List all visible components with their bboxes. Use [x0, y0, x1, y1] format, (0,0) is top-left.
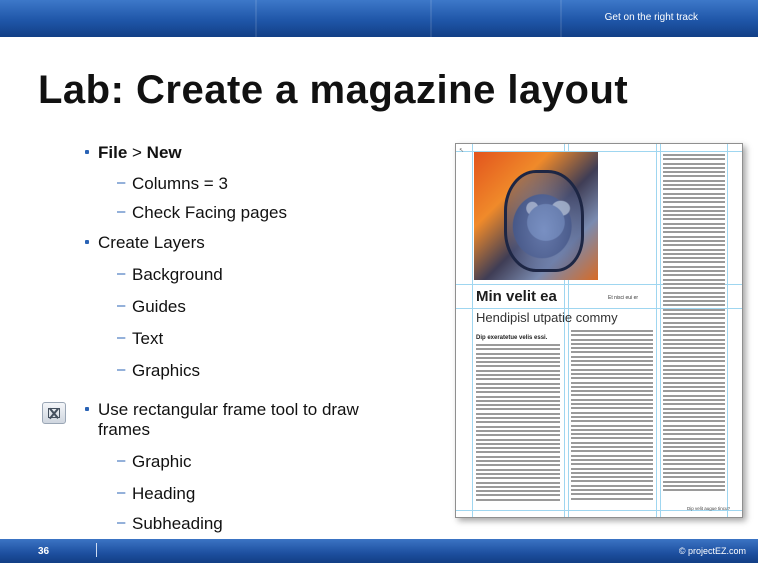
list-item-background: – Background — [117, 265, 223, 284]
footer-bar: 36 © projectEZ.com — [0, 539, 758, 563]
list-item-graphic: – Graphic — [117, 452, 192, 471]
list-item-guides: – Guides — [117, 297, 186, 316]
magazine-caption: Dip velit augue tincu? — [686, 506, 730, 511]
magazine-section-head: Dip exeratetue velis essi. — [476, 335, 548, 341]
list-item-heading: – Heading — [117, 484, 196, 503]
list-item-text: – Text — [117, 329, 164, 348]
text-column-2 — [571, 330, 653, 502]
list-item-frame-tool: Use rectangular frame tool to draw — [85, 400, 359, 420]
list-item-subheading: – Subheading — [117, 514, 223, 533]
text-column-1 — [476, 344, 560, 503]
text-column-3 — [663, 154, 725, 493]
bullet-icon — [85, 407, 89, 411]
menu-file-label: File — [98, 143, 128, 162]
header-bar: Get on the right track — [0, 0, 758, 37]
menu-new-label: New — [146, 143, 182, 162]
slide-title: Lab: Create a magazine layout — [38, 68, 629, 112]
magazine-graphic-image — [474, 152, 598, 280]
page-number: 36 — [38, 546, 50, 557]
page-corner-mark: ↖ — [459, 148, 465, 154]
list-item-file-new: File > New — [85, 143, 182, 163]
list-item-create-layers: Create Layers — [85, 233, 205, 253]
header-tagline: Get on the right track — [604, 12, 698, 23]
menu-separator: > — [127, 143, 147, 162]
list-item-graphics: – Graphics — [117, 361, 201, 380]
copyright-text: © projectEZ.com — [678, 546, 746, 556]
list-item-frame-tool-cont: frames — [98, 420, 150, 439]
magazine-subheadline: Hendipisl utpatie commy — [476, 310, 618, 325]
list-item-columns: – Columns = 3 — [117, 174, 228, 193]
magazine-note: Et nisci eui er — [608, 295, 639, 301]
bullet-icon — [85, 240, 89, 244]
magazine-layout-preview: ↖ Min velit ea Et nisci eui er Hendipisl… — [455, 143, 743, 518]
magazine-headline: Min velit ea — [476, 288, 557, 305]
bullet-icon — [85, 150, 89, 154]
rectangle-frame-tool-icon[interactable] — [42, 402, 66, 424]
list-item-facing-pages: – Check Facing pages — [117, 203, 287, 222]
